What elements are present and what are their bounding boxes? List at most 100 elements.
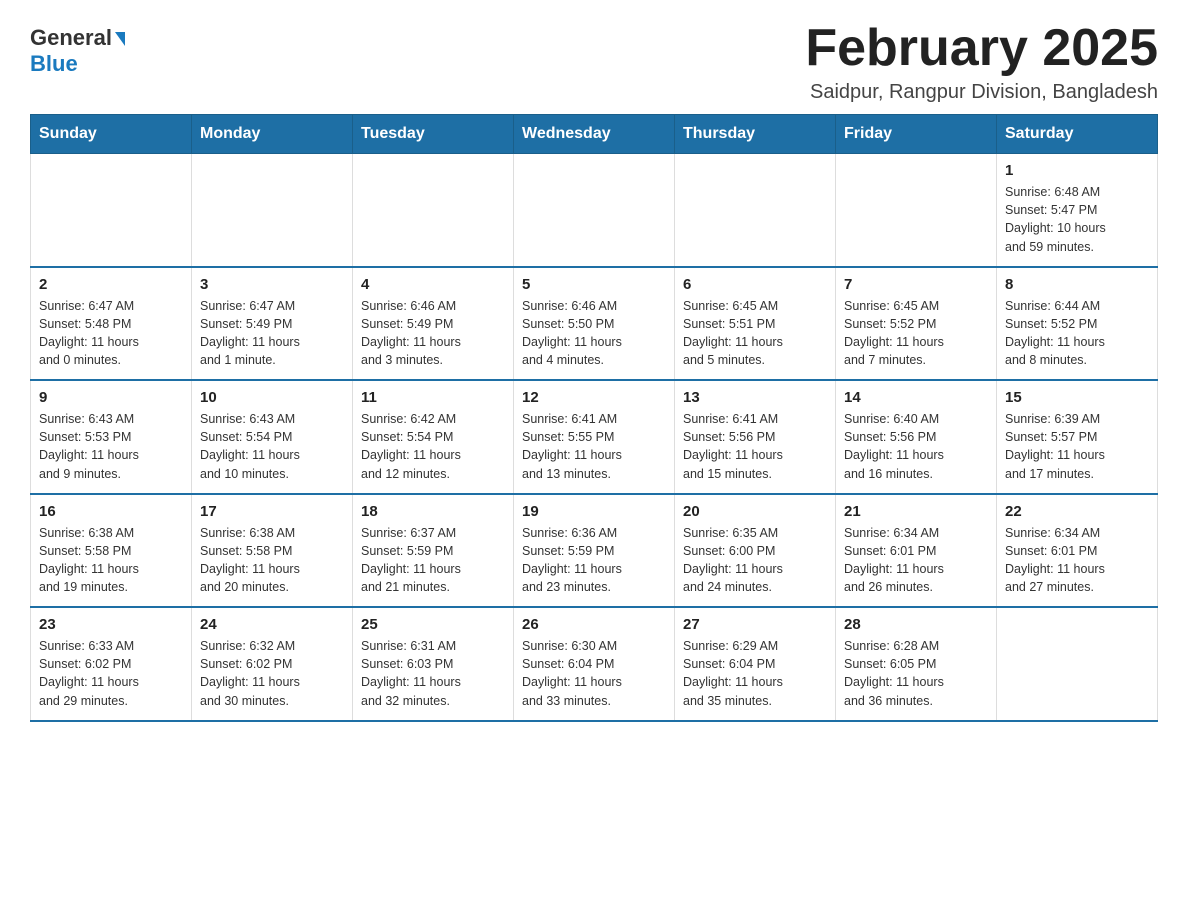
calendar-cell	[675, 154, 836, 267]
day-number: 22	[1005, 503, 1149, 520]
day-info: Sunrise: 6:42 AMSunset: 5:54 PMDaylight:…	[361, 410, 505, 483]
day-info: Sunrise: 6:34 AMSunset: 6:01 PMDaylight:…	[1005, 524, 1149, 597]
day-number: 7	[844, 276, 988, 293]
day-number: 14	[844, 389, 988, 406]
calendar-cell: 14 Sunrise: 6:40 AMSunset: 5:56 PMDayligh…	[836, 380, 997, 494]
calendar-cell: 24Sunrise: 6:32 AMSunset: 6:02 PMDayligh…	[192, 607, 353, 721]
day-number: 17	[200, 503, 344, 520]
day-number: 2	[39, 276, 183, 293]
day-number: 15	[1005, 389, 1149, 406]
calendar-week-row: 9 Sunrise: 6:43 AMSunset: 5:53 PMDaylight…	[31, 380, 1158, 494]
day-info: Sunrise: 6:48 AMSunset: 5:47 PMDaylight:…	[1005, 183, 1149, 256]
day-info: Sunrise: 6:37 AMSunset: 5:59 PMDaylight:…	[361, 524, 505, 597]
day-info: Sunrise: 6:46 AMSunset: 5:50 PMDaylight:…	[522, 297, 666, 370]
day-number: 10	[200, 389, 344, 406]
calendar-cell: 22 Sunrise: 6:34 AMSunset: 6:01 PMDayligh…	[997, 494, 1158, 608]
day-number: 20	[683, 503, 827, 520]
day-info: Sunrise: 6:38 AMSunset: 5:58 PMDaylight:…	[39, 524, 183, 597]
day-info: Sunrise: 6:29 AMSunset: 6:04 PMDaylight:…	[683, 637, 827, 710]
day-number: 25	[361, 616, 505, 633]
day-info: Sunrise: 6:28 AMSunset: 6:05 PMDaylight:…	[844, 637, 988, 710]
day-info: Sunrise: 6:31 AMSunset: 6:03 PMDaylight:…	[361, 637, 505, 710]
weekday-header-saturday: Saturday	[997, 115, 1158, 154]
weekday-header-wednesday: Wednesday	[514, 115, 675, 154]
day-info: Sunrise: 6:44 AMSunset: 5:52 PMDaylight:…	[1005, 297, 1149, 370]
day-info: Sunrise: 6:38 AMSunset: 5:58 PMDaylight:…	[200, 524, 344, 597]
day-number: 26	[522, 616, 666, 633]
day-number: 6	[683, 276, 827, 293]
day-number: 16	[39, 503, 183, 520]
calendar-cell	[836, 154, 997, 267]
day-number: 27	[683, 616, 827, 633]
calendar-header-row: SundayMondayTuesdayWednesdayThursdayFrid…	[31, 115, 1158, 154]
calendar-cell: 1 Sunrise: 6:48 AMSunset: 5:47 PMDaylight…	[997, 154, 1158, 267]
day-number: 3	[200, 276, 344, 293]
calendar-cell: 28 Sunrise: 6:28 AMSunset: 6:05 PMDayligh…	[836, 607, 997, 721]
calendar-week-row: 1 Sunrise: 6:48 AMSunset: 5:47 PMDaylight…	[31, 154, 1158, 267]
day-info: Sunrise: 6:36 AMSunset: 5:59 PMDaylight:…	[522, 524, 666, 597]
calendar-cell: 11 Sunrise: 6:42 AMSunset: 5:54 PMDayligh…	[353, 380, 514, 494]
page-header: General Blue February 2025 Saidpur, Rang…	[30, 20, 1158, 104]
day-info: Sunrise: 6:30 AMSunset: 6:04 PMDaylight:…	[522, 637, 666, 710]
calendar-cell	[31, 154, 192, 267]
day-info: Sunrise: 6:47 AMSunset: 5:48 PMDaylight:…	[39, 297, 183, 370]
day-number: 28	[844, 616, 988, 633]
location-subtitle: Saidpur, Rangpur Division, Bangladesh	[805, 81, 1158, 104]
month-title: February 2025	[805, 20, 1158, 77]
calendar-week-row: 16 Sunrise: 6:38 AMSunset: 5:58 PMDayligh…	[31, 494, 1158, 608]
calendar-cell: 8Sunrise: 6:44 AMSunset: 5:52 PMDaylight…	[997, 267, 1158, 381]
calendar-cell: 15 Sunrise: 6:39 AMSunset: 5:57 PMDayligh…	[997, 380, 1158, 494]
weekday-header-tuesday: Tuesday	[353, 115, 514, 154]
day-number: 4	[361, 276, 505, 293]
day-info: Sunrise: 6:47 AMSunset: 5:49 PMDaylight:…	[200, 297, 344, 370]
calendar-table: SundayMondayTuesdayWednesdayThursdayFrid…	[30, 114, 1158, 722]
calendar-cell: 12Sunrise: 6:41 AMSunset: 5:55 PMDayligh…	[514, 380, 675, 494]
calendar-cell: 17 Sunrise: 6:38 AMSunset: 5:58 PMDayligh…	[192, 494, 353, 608]
calendar-cell: 21 Sunrise: 6:34 AMSunset: 6:01 PMDayligh…	[836, 494, 997, 608]
calendar-cell: 6 Sunrise: 6:45 AMSunset: 5:51 PMDaylight…	[675, 267, 836, 381]
calendar-cell: 3 Sunrise: 6:47 AMSunset: 5:49 PMDaylight…	[192, 267, 353, 381]
logo-general-label: General	[30, 25, 112, 51]
day-info: Sunrise: 6:41 AMSunset: 5:55 PMDaylight:…	[522, 410, 666, 483]
calendar-cell: 9 Sunrise: 6:43 AMSunset: 5:53 PMDaylight…	[31, 380, 192, 494]
calendar-cell: 18Sunrise: 6:37 AMSunset: 5:59 PMDayligh…	[353, 494, 514, 608]
weekday-header-sunday: Sunday	[31, 115, 192, 154]
day-number: 5	[522, 276, 666, 293]
day-number: 13	[683, 389, 827, 406]
day-info: Sunrise: 6:43 AMSunset: 5:53 PMDaylight:…	[39, 410, 183, 483]
calendar-cell: 26 Sunrise: 6:30 AMSunset: 6:04 PMDayligh…	[514, 607, 675, 721]
calendar-cell: 4 Sunrise: 6:46 AMSunset: 5:49 PMDaylight…	[353, 267, 514, 381]
day-info: Sunrise: 6:39 AMSunset: 5:57 PMDaylight:…	[1005, 410, 1149, 483]
logo-general-text: General	[30, 25, 125, 51]
weekday-header-monday: Monday	[192, 115, 353, 154]
day-number: 11	[361, 389, 505, 406]
calendar-cell: 25 Sunrise: 6:31 AMSunset: 6:03 PMDayligh…	[353, 607, 514, 721]
day-info: Sunrise: 6:34 AMSunset: 6:01 PMDaylight:…	[844, 524, 988, 597]
day-info: Sunrise: 6:45 AMSunset: 5:51 PMDaylight:…	[683, 297, 827, 370]
logo-arrow-icon	[115, 32, 125, 46]
day-info: Sunrise: 6:32 AMSunset: 6:02 PMDaylight:…	[200, 637, 344, 710]
calendar-cell: 20Sunrise: 6:35 AMSunset: 6:00 PMDayligh…	[675, 494, 836, 608]
calendar-cell: 27 Sunrise: 6:29 AMSunset: 6:04 PMDayligh…	[675, 607, 836, 721]
calendar-cell	[997, 607, 1158, 721]
day-number: 1	[1005, 162, 1149, 179]
weekday-header-thursday: Thursday	[675, 115, 836, 154]
day-number: 21	[844, 503, 988, 520]
day-info: Sunrise: 6:33 AMSunset: 6:02 PMDaylight:…	[39, 637, 183, 710]
day-info: Sunrise: 6:46 AMSunset: 5:49 PMDaylight:…	[361, 297, 505, 370]
day-number: 9	[39, 389, 183, 406]
calendar-cell: 7 Sunrise: 6:45 AMSunset: 5:52 PMDaylight…	[836, 267, 997, 381]
day-number: 19	[522, 503, 666, 520]
day-info: Sunrise: 6:43 AMSunset: 5:54 PMDaylight:…	[200, 410, 344, 483]
calendar-cell: 2 Sunrise: 6:47 AMSunset: 5:48 PMDaylight…	[31, 267, 192, 381]
calendar-cell	[353, 154, 514, 267]
calendar-cell: 5 Sunrise: 6:46 AMSunset: 5:50 PMDaylight…	[514, 267, 675, 381]
calendar-week-row: 23 Sunrise: 6:33 AMSunset: 6:02 PMDayligh…	[31, 607, 1158, 721]
day-info: Sunrise: 6:40 AMSunset: 5:56 PMDaylight:…	[844, 410, 988, 483]
weekday-header-friday: Friday	[836, 115, 997, 154]
calendar-cell	[192, 154, 353, 267]
day-number: 23	[39, 616, 183, 633]
calendar-cell: 16 Sunrise: 6:38 AMSunset: 5:58 PMDayligh…	[31, 494, 192, 608]
calendar-cell	[514, 154, 675, 267]
day-info: Sunrise: 6:45 AMSunset: 5:52 PMDaylight:…	[844, 297, 988, 370]
